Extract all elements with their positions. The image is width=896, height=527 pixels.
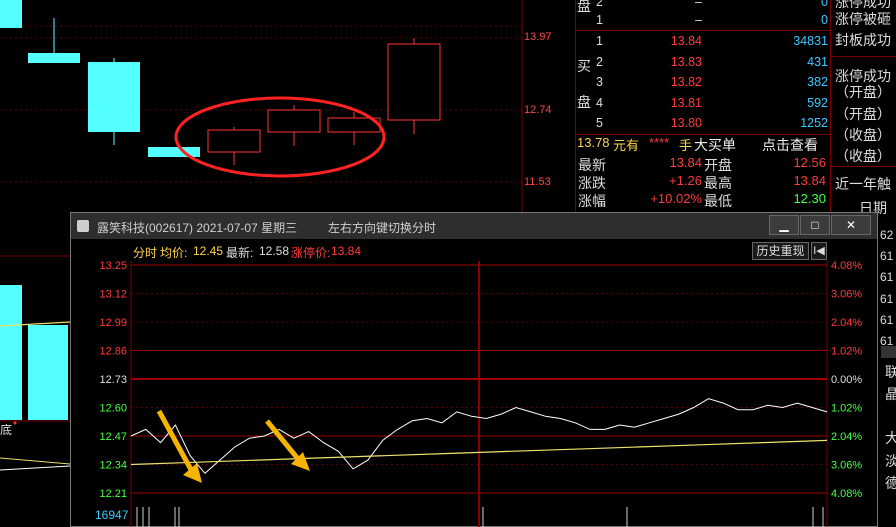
summary-hand: 手 [679, 138, 693, 153]
candle-down [28, 53, 80, 63]
rp-line: 涨停被砸 [835, 11, 891, 27]
stat-row: 涨跌 +1.26 最高 13.84 [578, 173, 826, 191]
big-buy-label: 大买单 [694, 137, 736, 153]
buy-row[interactable]: 3 13.82 382 [576, 73, 831, 94]
sell-row: 1 – 0 [596, 13, 828, 27]
scroll-arrow[interactable] [881, 346, 896, 358]
candle-down [88, 62, 140, 132]
rp-line: （收盘） [835, 148, 891, 164]
popup-hint: 左右方向键切换分时 [328, 221, 437, 235]
volume-label: 16947 [95, 508, 129, 522]
pct-tick-label: 1.02% [831, 403, 862, 415]
pct-tick-label: 3.06% [831, 289, 862, 301]
rp-code: 61 [880, 292, 894, 306]
avg-value: 12.45 [193, 244, 224, 258]
rp-separator [831, 166, 896, 167]
candle-up [207, 129, 261, 153]
price-tick-label: 12.99 [99, 317, 127, 329]
rp-vert: 大 [885, 430, 896, 446]
intraday-chart[interactable]: 13.25 4.08% 13.12 3.06% 12.99 2.04% 12.86 1.02%… [71, 261, 877, 527]
volume-bar [0, 285, 22, 420]
price-tick-label: 12.21 [99, 488, 127, 500]
rp-line: （收盘） [835, 127, 891, 143]
intraday-infobar: 分时 均价: 12.45 最新: 12.58 涨停价: 13.84 历史重现 I… [71, 241, 877, 261]
rp-code: 62 [880, 228, 894, 242]
pct-tick-label: 3.06% [831, 460, 862, 472]
stat-row: 涨幅 +10.02% 最低 12.30 [578, 191, 826, 209]
summary-unit: 元有 [613, 138, 640, 153]
indicator-line [0, 465, 71, 471]
pct-tick-label: 2.04% [831, 431, 862, 443]
intraday-popup[interactable]: 露笑科技(002617) 2021-07-07 星期三 左右方向键切换分时 ▁ … [70, 212, 878, 527]
app-icon [77, 220, 89, 232]
buy-row[interactable]: 5 13.80 1252 [576, 114, 831, 135]
price-tick-label: 13.12 [99, 289, 127, 301]
price-tick-mid: 12.74 [524, 104, 552, 116]
price-tick-label: 12.47 [99, 431, 127, 443]
rp-vert: 联 [885, 364, 896, 380]
price-tick-bottom: 11.53 [524, 176, 551, 188]
volume-bar [28, 325, 68, 420]
indicator-line [0, 457, 71, 465]
buy-row[interactable]: 2 13.83 431 [576, 53, 831, 74]
big-order-summary: 13.78 元有 **** 手 大买单 点击查看 [576, 135, 831, 155]
candle-down [148, 147, 200, 157]
history-first-icon[interactable]: I◀ [811, 242, 827, 260]
arrow-shaft [156, 409, 198, 479]
latest-label: 最新: [226, 246, 254, 260]
grid-layer [130, 261, 828, 527]
price-tick-label: 12.86 [99, 346, 127, 358]
click-view-link[interactable]: 点击查看 [762, 135, 818, 155]
pct-tick-label: 4.08% [831, 261, 862, 272]
rp-code: 61 [880, 270, 894, 284]
buy-row[interactable]: 4 13.81 592 [576, 94, 831, 115]
rp-line: （开盘） [835, 106, 891, 122]
rp-line: 近一年触 [835, 176, 891, 192]
price-tick-label: 13.25 [99, 261, 127, 272]
price-tick-label: 12.60 [99, 403, 127, 415]
rp-line: （开盘） [835, 84, 891, 100]
quote-panel: 盘 2 – 0 1 – 0 买 盘 1 13.84 34831 2 13.83 … [575, 0, 831, 215]
maximize-button[interactable]: □ [800, 215, 830, 235]
fenshi-label: 分时 [133, 246, 158, 260]
rp-code: 61 [880, 313, 894, 327]
rp-code: 61 [880, 249, 894, 263]
bottom-marker: 底 [0, 422, 12, 437]
price-tick-label: 12.34 [99, 460, 127, 472]
candle-down [0, 0, 22, 28]
summary-hidden: **** [649, 135, 670, 150]
pct-tick-label: 1.02% [831, 346, 862, 358]
pct-tick-label: 0.00% [831, 374, 862, 386]
candle-up [267, 109, 321, 133]
avg-label: 均价: [160, 246, 188, 260]
price-tick-label: 12.73 [99, 374, 127, 386]
candle-up [387, 43, 441, 121]
pct-tick-label: 4.08% [831, 488, 862, 500]
book-separator [576, 30, 831, 31]
rp-separator [831, 56, 896, 57]
buy-row[interactable]: 1 13.84 34831 [576, 32, 831, 53]
limit-value: 13.84 [331, 244, 362, 258]
limit-label: 涨停价: [291, 246, 331, 260]
latest-value: 12.58 [259, 244, 290, 258]
pct-tick-label: 2.04% [831, 317, 862, 329]
rp-line: 封板成功 [835, 32, 891, 48]
rp-vert: 德 [885, 475, 896, 491]
close-button[interactable]: ✕ [831, 215, 871, 235]
stat-row: 最新 13.84 开盘 12.56 [578, 155, 826, 173]
summary-price: 13.78 [577, 135, 610, 150]
rp-vert: 淡 [885, 453, 896, 469]
popup-title: 露笑科技(002617) 2021-07-07 星期三 [97, 221, 298, 235]
popup-titlebar[interactable]: 露笑科技(002617) 2021-07-07 星期三 左右方向键切换分时 ▁ … [71, 213, 877, 239]
minimize-button[interactable]: ▁ [769, 215, 799, 235]
rp-vert: 晶 [885, 386, 896, 402]
marker-dot [13, 421, 17, 425]
price-tick-top: 13.97 [524, 31, 552, 43]
history-replay-button[interactable]: 历史重现 [752, 242, 809, 260]
